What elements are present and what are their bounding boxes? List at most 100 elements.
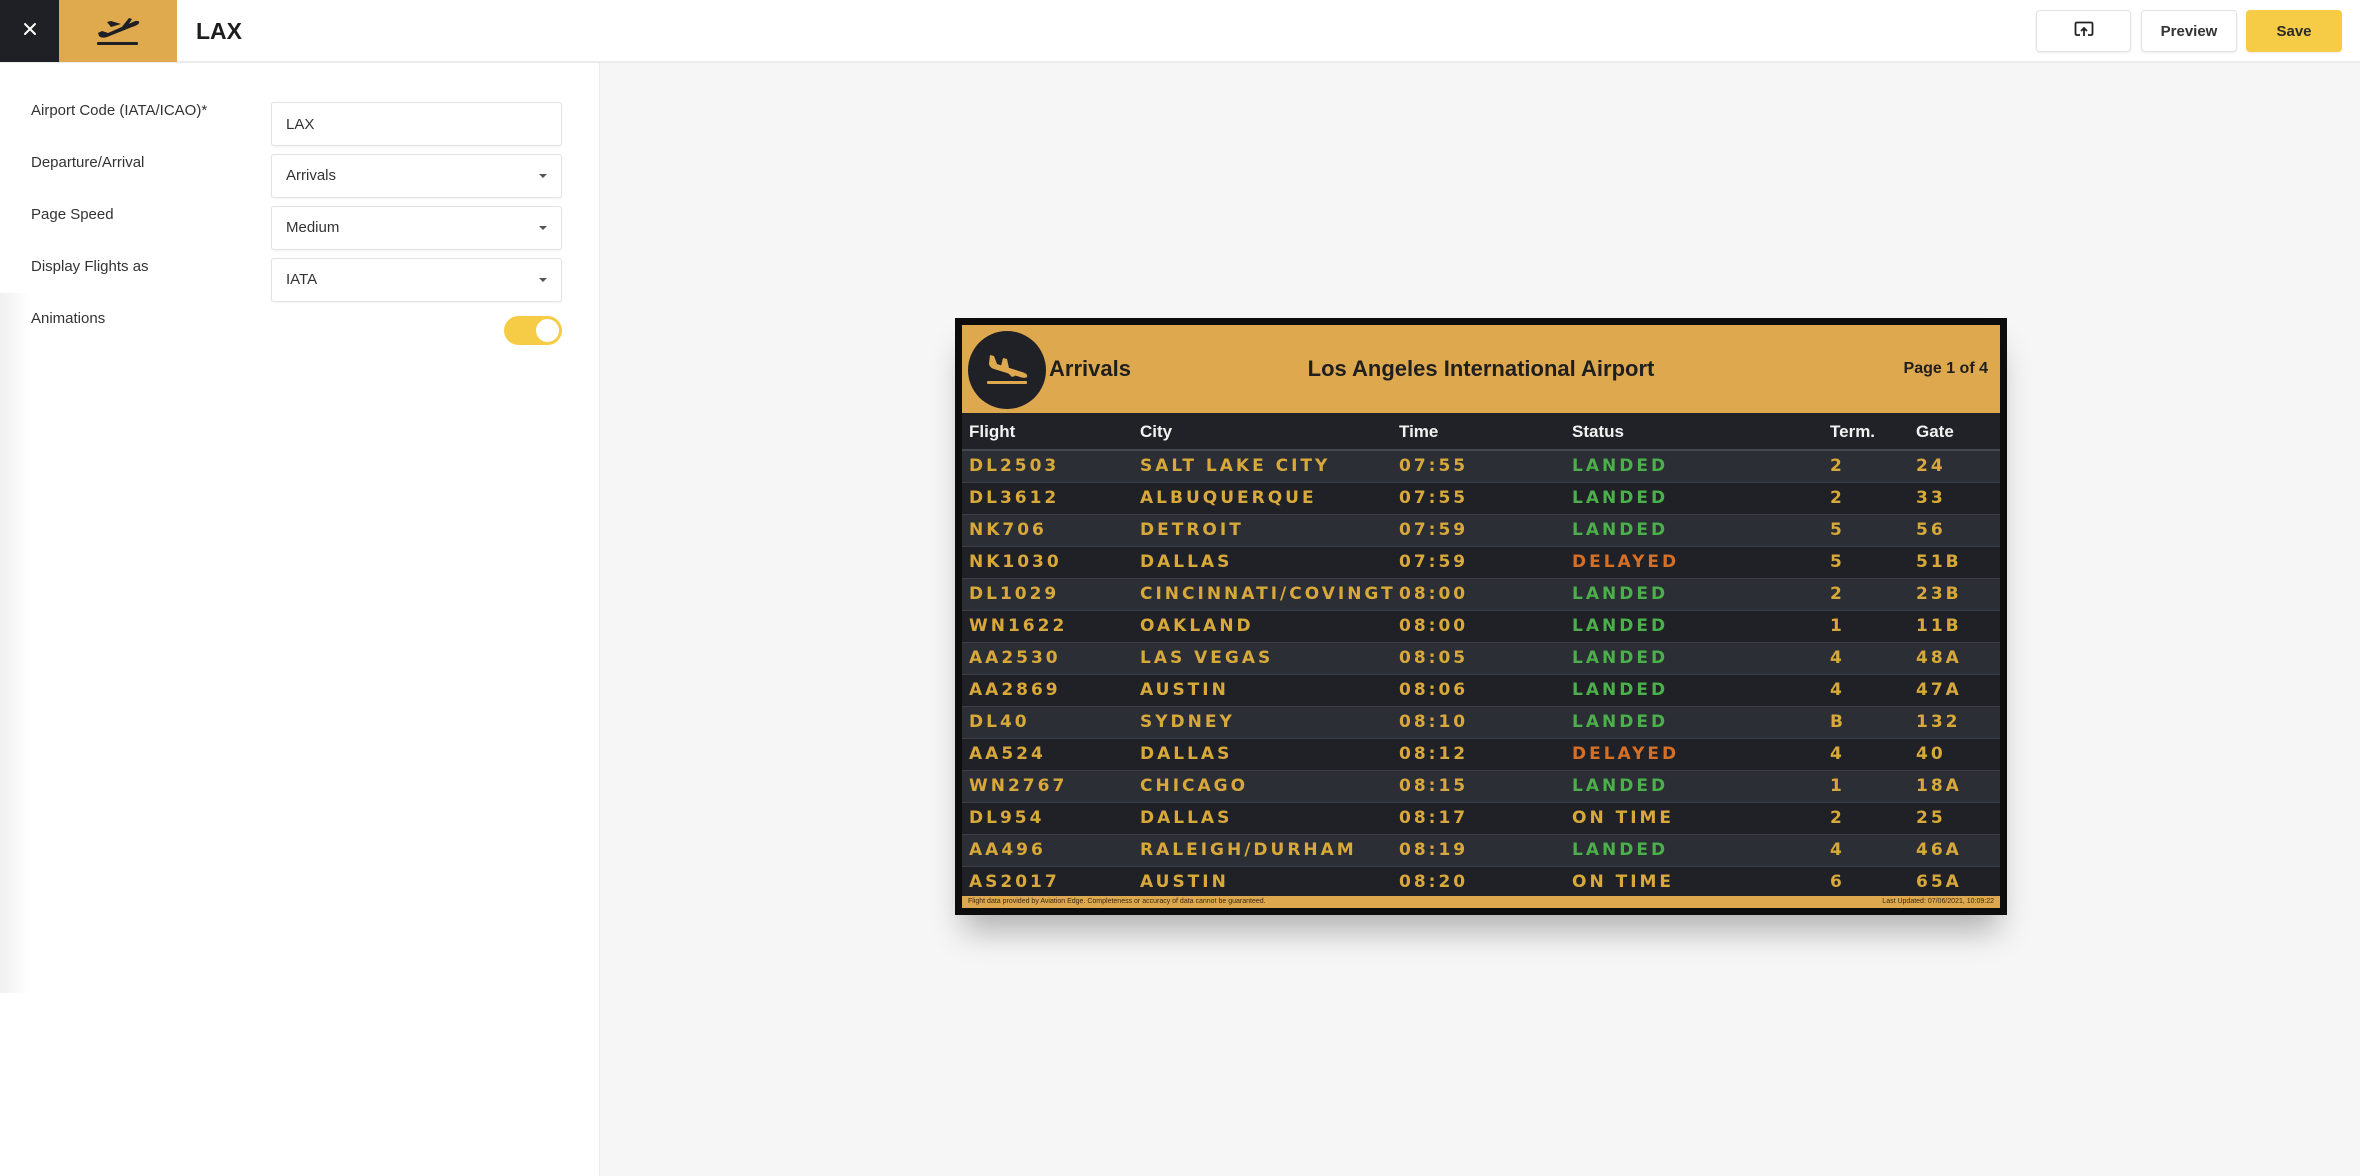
flight-gate: 46A [1916, 840, 1962, 860]
flight-city: AUSTIN [1140, 680, 1229, 700]
app-icon-tile [59, 0, 177, 62]
flight-row: DL2503 SALT LAKE CITY 07:55 LANDED 2 24 [962, 451, 2000, 483]
page-speed-select[interactable]: Medium [271, 206, 562, 250]
direction-row: Departure/Arrival Arrivals [31, 154, 562, 198]
flight-term: 4 [1830, 744, 1845, 764]
board-column-headers: Flight City Time Status Term. Gate [962, 413, 2000, 451]
flight-time: 07:55 [1399, 456, 1469, 476]
airport-code-label: Airport Code (IATA/ICAO)* [31, 102, 208, 119]
flight-gate: 48A [1916, 648, 1962, 668]
chevron-down-icon [539, 226, 547, 230]
board-logo [968, 331, 1046, 409]
save-button[interactable]: Save [2246, 10, 2342, 52]
display-as-select[interactable]: IATA [271, 258, 562, 302]
chevron-down-icon [539, 174, 547, 178]
flight-board-preview: Arrivals Los Angeles International Airpo… [955, 318, 2007, 915]
flight-flight: WN1622 [969, 616, 1068, 636]
flight-gate: 56 [1916, 520, 1946, 540]
board-last-updated: Last Updated: 07/06/2021, 10:09:22 [1882, 898, 1994, 905]
animations-label: Animations [31, 310, 106, 327]
flight-term: B [1830, 712, 1846, 732]
flight-status: LANDED [1572, 840, 1669, 860]
flight-flight: DL954 [969, 808, 1045, 828]
flight-time: 08:00 [1399, 616, 1469, 636]
flight-term: 1 [1830, 616, 1845, 636]
col-header-gate: Gate [1916, 422, 1954, 441]
direction-label: Departure/Arrival [31, 154, 145, 171]
preview-button[interactable]: Preview [2141, 10, 2237, 52]
flight-gate: 11B [1916, 616, 1962, 636]
flight-city: CHICAGO [1140, 776, 1249, 796]
board-page-indicator: Page 1 of 4 [1903, 360, 1988, 377]
flight-flight: AA2869 [969, 680, 1061, 700]
flight-time: 08:06 [1399, 680, 1469, 700]
flight-time: 08:17 [1399, 808, 1469, 828]
toggle-knob [536, 319, 559, 342]
flight-status: LANDED [1572, 776, 1669, 796]
flight-row: DL954 DALLAS 08:17 ON TIME 2 25 [962, 803, 2000, 835]
display-as-row: Display Flights as IATA [31, 258, 562, 302]
flight-gate: 18A [1916, 776, 1962, 796]
flight-term: 4 [1830, 680, 1845, 700]
direction-select[interactable]: Arrivals [271, 154, 562, 198]
flight-time: 08:20 [1399, 872, 1469, 892]
flight-city: DALLAS [1140, 808, 1233, 828]
flight-gate: 24 [1916, 456, 1946, 476]
flight-status: DELAYED [1572, 552, 1680, 572]
cast-button[interactable] [2036, 10, 2131, 52]
flight-time: 08:12 [1399, 744, 1469, 764]
flight-row: AS2017 AUSTIN 08:20 ON TIME 6 65A [962, 867, 2000, 899]
flight-time: 08:15 [1399, 776, 1469, 796]
flight-time: 08:05 [1399, 648, 1469, 668]
flight-row: DL40 SYDNEY 08:10 LANDED B 132 [962, 707, 2000, 739]
flight-status: LANDED [1572, 520, 1669, 540]
flight-flight: AA496 [969, 840, 1046, 860]
flight-flight: NK706 [969, 520, 1047, 540]
display-as-value: IATA [286, 271, 318, 288]
flight-city: SYDNEY [1140, 712, 1235, 732]
board-footer: Flight data provided by Aviation Edge. C… [962, 896, 2000, 908]
settings-panel: Airport Code (IATA/ICAO)* Departure/Arri… [0, 63, 600, 1176]
airport-code-row: Airport Code (IATA/ICAO)* [31, 102, 562, 146]
board-mode-label: Arrivals [1049, 356, 1131, 381]
col-header-flight: Flight [969, 422, 1016, 441]
flight-city: ALBUQUERQUE [1140, 488, 1317, 508]
flight-city: LAS VEGAS [1140, 648, 1274, 668]
flight-city: DALLAS [1140, 552, 1233, 572]
cast-upload-icon [2074, 21, 2094, 41]
close-button[interactable] [0, 0, 59, 62]
flight-city: DETROIT [1140, 520, 1244, 540]
flight-flight: AA2530 [969, 648, 1061, 668]
flight-gate: 65A [1916, 872, 1962, 892]
airplane-departure-icon [93, 11, 143, 52]
flight-city: DALLAS [1140, 744, 1233, 764]
flight-city: OAKLAND [1140, 616, 1254, 636]
flight-term: 1 [1830, 776, 1845, 796]
flight-status: LANDED [1572, 488, 1669, 508]
page-speed-row: Page Speed Medium [31, 206, 562, 250]
airport-code-input[interactable] [271, 102, 562, 146]
flight-status: ON TIME [1572, 808, 1675, 828]
page-title: LAX [196, 18, 242, 44]
flight-flight: DL3612 [969, 488, 1060, 508]
flight-gate: 132 [1916, 712, 1961, 732]
flight-board: Arrivals Los Angeles International Airpo… [962, 325, 2000, 908]
flight-gate: 51B [1916, 552, 1962, 572]
page-speed-label: Page Speed [31, 206, 114, 223]
animations-toggle[interactable] [504, 316, 562, 345]
flight-row: WN2767 CHICAGO 08:15 LANDED 1 18A [962, 771, 2000, 803]
flight-status: LANDED [1572, 456, 1669, 476]
top-bar: LAX Preview Save [0, 0, 2360, 63]
flight-term: 5 [1830, 552, 1845, 572]
flight-term: 5 [1830, 520, 1845, 540]
flight-flight: WN2767 [969, 776, 1068, 796]
flight-city: AUSTIN [1140, 872, 1229, 892]
flight-gate: 40 [1916, 744, 1946, 764]
flight-flight: NK1030 [969, 552, 1062, 572]
airplane-arrival-icon [984, 350, 1030, 391]
flight-term: 4 [1830, 840, 1845, 860]
chevron-down-icon [539, 278, 547, 282]
flight-status: LANDED [1572, 648, 1669, 668]
board-rows: DL2503 SALT LAKE CITY 07:55 LANDED 2 24 DL3612… [962, 451, 2000, 899]
flight-row: DL1029 CINCINNATI/COVINGT 08:00 LANDED 2 23B [962, 579, 2000, 611]
